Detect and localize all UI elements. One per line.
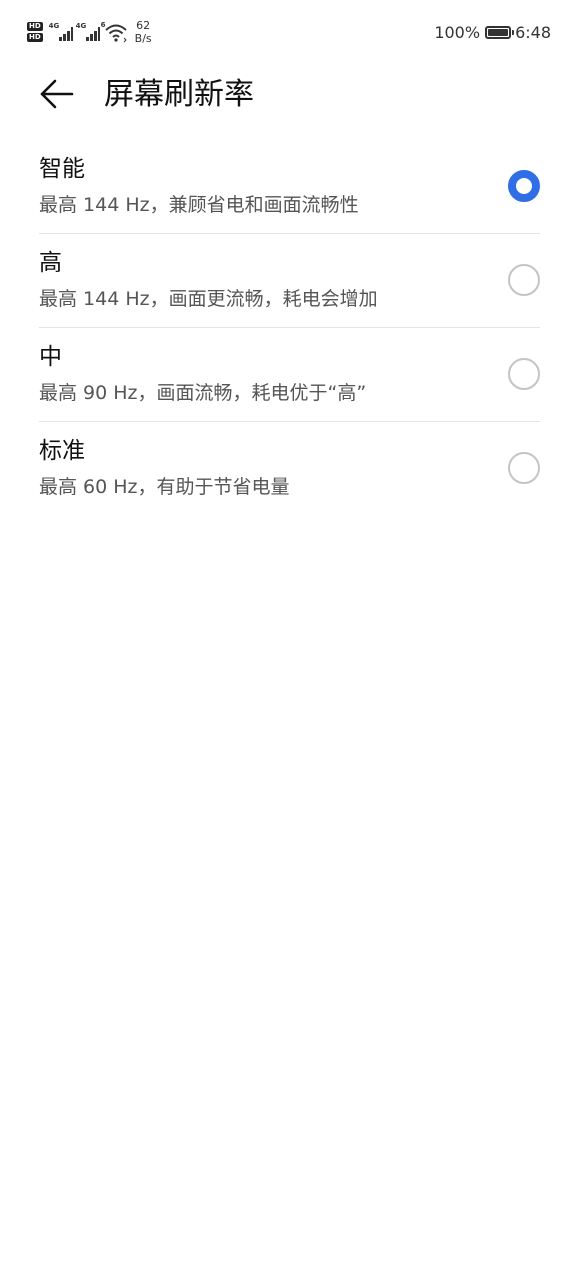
battery-percent: 100%: [434, 22, 481, 42]
option-description: 最高 144 Hz，画面更流畅，耗电会增加: [39, 288, 378, 310]
status-bar: HD HD 4G 4G 6 62 B/s 100% 6:48: [0, 0, 579, 64]
radio-button[interactable]: [508, 170, 540, 202]
option-standard[interactable]: 标准 最高 60 Hz，有助于节省电量: [39, 422, 540, 516]
hd-badges: HD HD: [27, 22, 43, 42]
hd-badge-icon: HD: [27, 33, 43, 42]
option-description: 最高 144 Hz，兼顾省电和画面流畅性: [39, 194, 359, 216]
option-description: 最高 60 Hz，有助于节省电量: [39, 476, 290, 498]
status-left-group: HD HD 4G 4G 6 62 B/s: [27, 17, 152, 47]
network-speed-unit: B/s: [134, 32, 152, 45]
option-title: 标准: [39, 438, 85, 464]
wifi-generation-label: 6: [100, 21, 106, 29]
app-bar: 屏幕刷新率: [0, 64, 579, 128]
arrow-left-icon: [40, 79, 74, 109]
battery-fill: [488, 28, 509, 36]
radio-button[interactable]: [508, 452, 540, 484]
network-type-label: 4G: [75, 22, 87, 30]
option-high[interactable]: 高 最高 144 Hz，画面更流畅，耗电会增加: [39, 234, 540, 328]
network-speed: 62 B/s: [135, 19, 152, 45]
option-title: 中: [39, 344, 62, 370]
cellular-signal-icon: 4G: [76, 21, 100, 43]
radio-button[interactable]: [508, 358, 540, 390]
option-description: 最高 90 Hz，画面流畅，耗电优于“高”: [39, 382, 367, 404]
network-speed-value: 62: [136, 19, 151, 32]
refresh-rate-options: 智能 最高 144 Hz，兼顾省电和画面流畅性 高 最高 144 Hz，画面更流…: [0, 140, 579, 516]
radio-button[interactable]: [508, 264, 540, 296]
battery-icon: [485, 25, 515, 39]
wifi-icon: 6: [100, 21, 129, 43]
cellular-signal-icon: 4G: [49, 21, 73, 43]
back-button[interactable]: [36, 74, 76, 114]
option-medium[interactable]: 中 最高 90 Hz，画面流畅，耗电优于“高”: [39, 328, 540, 422]
page-title: 屏幕刷新率: [104, 77, 254, 112]
option-title: 高: [39, 250, 62, 276]
network-type-label: 4G: [48, 22, 60, 30]
option-title: 智能: [39, 156, 85, 182]
clock: 6:48: [515, 22, 551, 42]
status-right-group: 100% 6:48: [434, 20, 551, 44]
option-smart[interactable]: 智能 最高 144 Hz，兼顾省电和画面流畅性: [39, 140, 540, 234]
hd-badge-icon: HD: [27, 22, 43, 31]
